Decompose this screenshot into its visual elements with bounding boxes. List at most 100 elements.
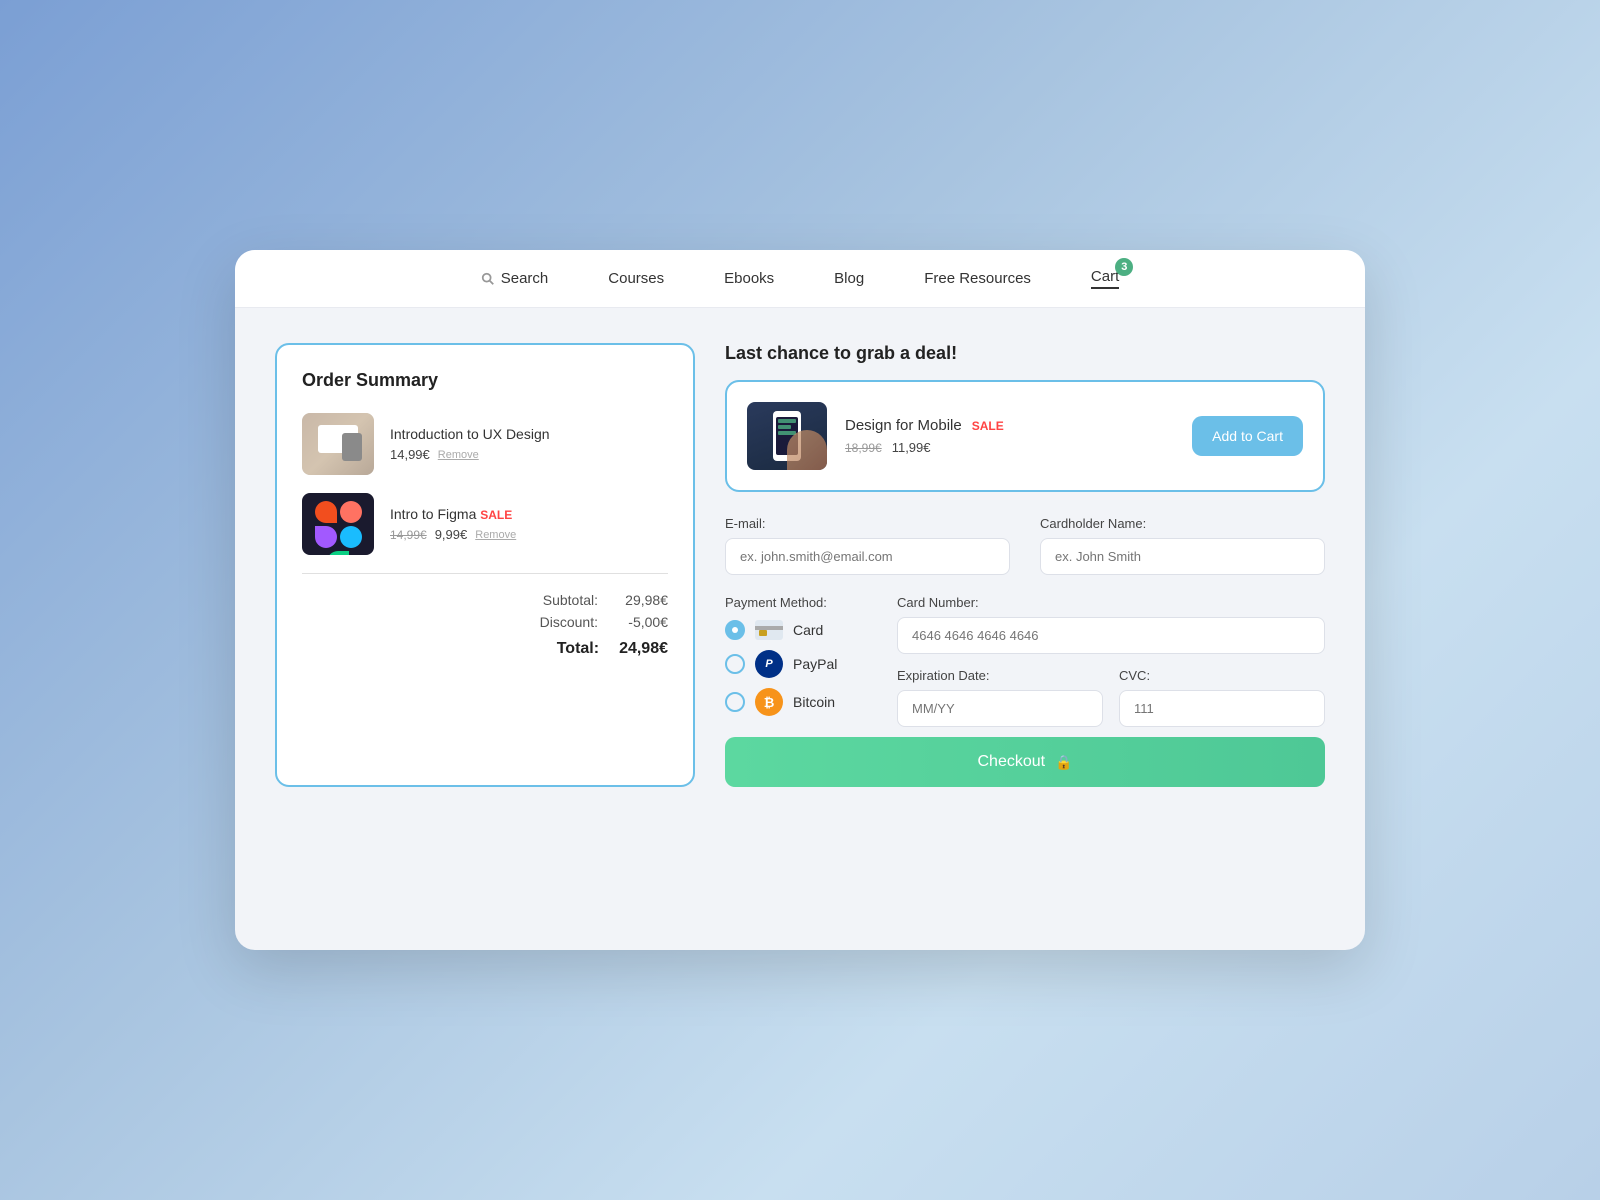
add-to-cart-button[interactable]: Add to Cart (1192, 416, 1303, 456)
radio-bitcoin[interactable] (725, 692, 745, 712)
item-image-ux (302, 413, 374, 475)
paypal-icon: P (755, 650, 783, 678)
checkout-label: Checkout (977, 753, 1045, 771)
lock-icon: 🔒 (1055, 754, 1072, 771)
item-image-figma (302, 493, 374, 555)
figma-blob-5 (327, 551, 349, 555)
main-content: Order Summary Introduction to UX Design … (235, 308, 1365, 827)
navigation: Search Courses Ebooks Blog Free Resource… (235, 250, 1365, 308)
payment-paypal-label: PayPal (793, 656, 837, 672)
nav-free-resources[interactable]: Free Resources (924, 270, 1031, 287)
summary-totals: Subtotal: 29,98€ Discount: -5,00€ Total:… (302, 592, 668, 658)
payment-card-row: Payment Method: Card (725, 595, 1325, 727)
order-item-ux: Introduction to UX Design 14,99€ Remove (302, 413, 668, 475)
deal-price: 11,99€ (892, 440, 931, 455)
phone-bar-1 (778, 419, 796, 423)
mobile-thumbnail (747, 402, 827, 470)
deal-price-row: 18,99€ 11,99€ (845, 440, 1174, 455)
email-cardholder-grid: E-mail: Cardholder Name: (725, 516, 1325, 575)
summary-divider (302, 573, 668, 574)
payment-options: Card P PayPal ₿ Bitcoin (725, 620, 867, 716)
deal-price-old: 18,99€ (845, 441, 882, 455)
nav-ebooks[interactable]: Ebooks (724, 270, 774, 287)
total-label: Total: (557, 640, 599, 658)
item-name-ux: Introduction to UX Design (390, 426, 668, 442)
nav-search[interactable]: Search (481, 270, 549, 287)
payment-method-section: Payment Method: Card (725, 595, 867, 727)
item-price-figma: 9,99€ (435, 527, 468, 542)
payment-option-paypal[interactable]: P PayPal (725, 650, 867, 678)
order-item-figma: Intro to Figma SALE 14,99€ 9,99€ Remove (302, 493, 668, 555)
cardholder-group: Cardholder Name: (1040, 516, 1325, 575)
nav-blog[interactable]: Blog (834, 270, 864, 287)
figma-blob-4 (340, 526, 362, 548)
payment-option-bitcoin[interactable]: ₿ Bitcoin (725, 688, 867, 716)
item-price-row-ux: 14,99€ Remove (390, 447, 668, 462)
right-panel: Last chance to grab a deal! (725, 343, 1325, 787)
hand-overlay (787, 430, 827, 470)
cardholder-input[interactable] (1040, 538, 1325, 575)
figma-blob-1 (315, 501, 337, 523)
total-row: Total: 24,98€ (312, 640, 668, 658)
payment-method-label: Payment Method: (725, 595, 867, 610)
expiration-input[interactable] (897, 690, 1103, 727)
card-number-input[interactable] (897, 617, 1325, 654)
deal-image (747, 402, 827, 470)
figma-blob-2 (340, 501, 362, 523)
subtotal-value: 29,98€ (618, 592, 668, 608)
item-info-figma: Intro to Figma SALE 14,99€ 9,99€ Remove (390, 506, 668, 542)
deal-title: Last chance to grab a deal! (725, 343, 1325, 364)
payment-bitcoin-label: Bitcoin (793, 694, 835, 710)
item-info-ux: Introduction to UX Design 14,99€ Remove (390, 426, 668, 462)
cvc-group: CVC: (1119, 668, 1325, 727)
discount-value: -5,00€ (618, 614, 668, 630)
cart-badge: 3 (1115, 258, 1133, 276)
card-number-label: Card Number: (897, 595, 1325, 610)
email-label: E-mail: (725, 516, 1010, 531)
expiration-group: Expiration Date: (897, 668, 1103, 727)
phone-bar-2 (778, 425, 791, 429)
deal-name: Design for Mobile SALE (845, 417, 1174, 434)
deal-card: Design for Mobile SALE 18,99€ 11,99€ Add… (725, 380, 1325, 492)
cvc-label: CVC: (1119, 668, 1325, 683)
subtotal-label: Subtotal: (543, 592, 598, 608)
card-fields-section: Card Number: Expiration Date: CVC: (897, 595, 1325, 727)
payment-card-label: Card (793, 622, 823, 638)
item-price-old-figma: 14,99€ (390, 528, 427, 542)
expiration-label: Expiration Date: (897, 668, 1103, 683)
item-name-figma: Intro to Figma SALE (390, 506, 668, 522)
checkout-button[interactable]: Checkout 🔒 (725, 737, 1325, 787)
radio-card[interactable] (725, 620, 745, 640)
deal-info: Design for Mobile SALE 18,99€ 11,99€ (845, 417, 1174, 455)
order-summary-panel: Order Summary Introduction to UX Design … (275, 343, 695, 787)
nav-cart[interactable]: Cart 3 (1091, 268, 1119, 289)
discount-row: Discount: -5,00€ (312, 614, 668, 630)
card-icon (755, 620, 783, 640)
expiry-cvc-row: Expiration Date: CVC: (897, 668, 1325, 727)
radio-paypal[interactable] (725, 654, 745, 674)
email-input[interactable] (725, 538, 1010, 575)
order-summary-title: Order Summary (302, 370, 668, 391)
cvc-input[interactable] (1119, 690, 1325, 727)
discount-label: Discount: (540, 614, 598, 630)
search-icon (481, 272, 495, 286)
ux-thumbnail (302, 413, 374, 475)
payment-option-card[interactable]: Card (725, 620, 867, 640)
nav-courses[interactable]: Courses (608, 270, 664, 287)
card-number-group: Card Number: (897, 595, 1325, 654)
remove-figma-link[interactable]: Remove (475, 529, 516, 541)
remove-ux-link[interactable]: Remove (438, 449, 479, 461)
card-chip (759, 630, 767, 636)
item-price-ux: 14,99€ (390, 447, 430, 462)
bitcoin-icon: ₿ (755, 688, 783, 716)
figma-sale-badge: SALE (480, 508, 512, 522)
subtotal-row: Subtotal: 29,98€ (312, 592, 668, 608)
item-price-row-figma: 14,99€ 9,99€ Remove (390, 527, 668, 542)
cardholder-label: Cardholder Name: (1040, 516, 1325, 531)
email-group: E-mail: (725, 516, 1010, 575)
total-value: 24,98€ (619, 640, 668, 658)
figma-blob-3 (315, 526, 337, 548)
main-window: Search Courses Ebooks Blog Free Resource… (235, 250, 1365, 950)
figma-thumbnail (302, 493, 374, 555)
deal-sale-badge: SALE (972, 419, 1004, 433)
